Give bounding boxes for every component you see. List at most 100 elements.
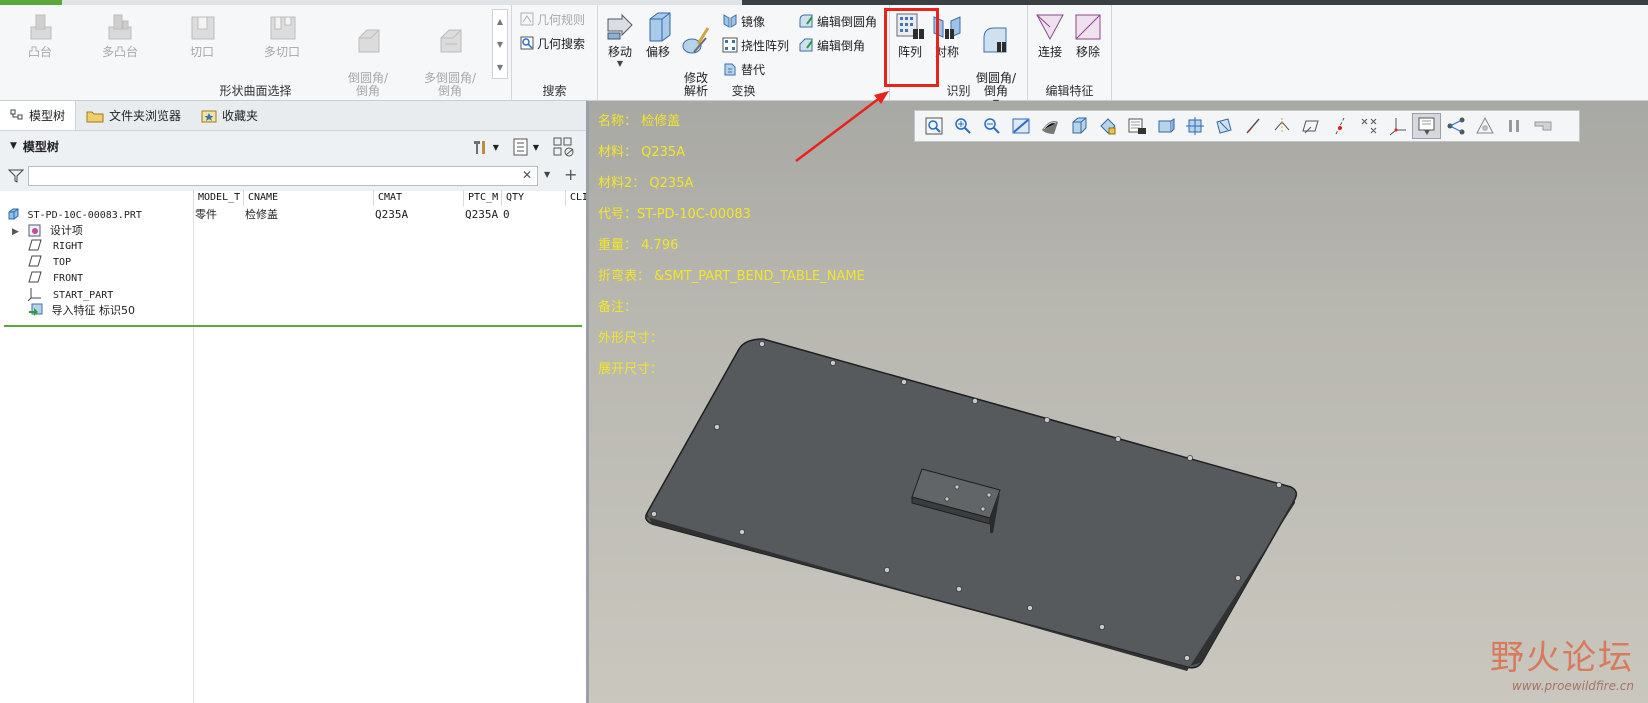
cut-button[interactable]: 切口 bbox=[172, 11, 232, 59]
replace-label: 替代 bbox=[741, 62, 766, 77]
tree-settings-button[interactable]: ▼ bbox=[471, 138, 499, 156]
annotation-name: 名称： 检修盖 bbox=[598, 110, 680, 129]
plane-display-button[interactable] bbox=[1238, 113, 1267, 139]
appearance-button[interactable] bbox=[1470, 113, 1499, 139]
section-button[interactable] bbox=[1151, 113, 1180, 139]
repaint-icon bbox=[1012, 118, 1029, 134]
tree-item-top[interactable]: TOP bbox=[28, 255, 71, 271]
edit-round-button[interactable]: 编辑倒圆角 bbox=[798, 10, 877, 32]
tree-item-right[interactable]: RIGHT bbox=[28, 239, 83, 255]
tree-item-front[interactable]: FRONT bbox=[28, 271, 83, 287]
point-display-button[interactable] bbox=[1354, 113, 1383, 139]
geometry-rules-button[interactable]: 几何规则 bbox=[520, 8, 585, 30]
pause-icon bbox=[1508, 120, 1519, 132]
axis-display-icon bbox=[1274, 118, 1289, 134]
tree-filter-input[interactable] bbox=[28, 166, 538, 186]
column-cmat[interactable]: CMAT bbox=[373, 190, 463, 206]
flex-pattern-button[interactable]: 挠性阵列 bbox=[722, 34, 789, 56]
gallery-expand-arrow[interactable]: ▼ bbox=[493, 56, 507, 79]
graphics-window[interactable]: 名称： 检修盖 材料： Q235A 材料2： Q235A 代号：ST-PD-10… bbox=[589, 101, 1648, 703]
collapse-arrow-icon[interactable]: ▼ bbox=[10, 141, 17, 151]
tree-show-dropdown-icon: ▼ bbox=[532, 142, 539, 152]
expand-arrow-icon[interactable]: ▶ bbox=[12, 227, 19, 237]
tree-item-start-part[interactable]: START_PART bbox=[27, 287, 113, 303]
sheet-metal-part[interactable] bbox=[589, 101, 1648, 703]
refit-button[interactable] bbox=[919, 113, 948, 139]
annotation-value: 检修盖 bbox=[641, 114, 681, 129]
tab-favorites[interactable]: 收藏夹 bbox=[191, 101, 268, 130]
tab-favorites-label: 收藏夹 bbox=[222, 109, 259, 123]
tab-model-tree-label: 模型树 bbox=[29, 109, 66, 123]
tree-root-row[interactable]: ST-PD-10C-00083.PRT bbox=[7, 207, 142, 223]
column-cli[interactable]: CLI bbox=[565, 190, 587, 206]
axis-tag-button[interactable] bbox=[1325, 113, 1354, 139]
pause-button[interactable] bbox=[1499, 113, 1528, 139]
clear-filter-icon[interactable]: ✕ bbox=[522, 168, 532, 182]
annotation-key: 材料： bbox=[598, 145, 638, 160]
repaint-button[interactable] bbox=[1006, 113, 1035, 139]
multi-boss-button[interactable]: 多凸台 bbox=[90, 11, 150, 59]
recognize-round-chamfer-icon bbox=[983, 27, 1007, 53]
watermark-url: www.proewildfire.cn bbox=[1512, 679, 1634, 693]
plane-tag-button[interactable] bbox=[1296, 113, 1325, 139]
edit-chamfer-button[interactable]: 编辑倒角 bbox=[798, 34, 865, 56]
zoom-in-button[interactable] bbox=[948, 113, 977, 139]
shading-icon bbox=[1041, 121, 1058, 134]
view-manager-button[interactable] bbox=[1093, 113, 1122, 139]
connector-display-button[interactable] bbox=[1441, 113, 1470, 139]
mirror-button[interactable]: 镜像 bbox=[722, 10, 765, 32]
datum-plane-icon bbox=[28, 271, 42, 283]
panel-splitter[interactable] bbox=[586, 101, 589, 703]
spin-center-button[interactable] bbox=[1180, 113, 1209, 139]
column-ptc-material[interactable]: PTC_M bbox=[463, 190, 501, 206]
annotation-display-button[interactable] bbox=[1412, 113, 1441, 139]
remove-button[interactable]: 移除 bbox=[1070, 11, 1106, 59]
csys-display-button[interactable] bbox=[1383, 113, 1412, 139]
offset-button[interactable]: 偏移 bbox=[640, 11, 676, 59]
column-model-type[interactable]: MODEL_T bbox=[193, 190, 243, 206]
multi-cut-button[interactable]: 多切口 bbox=[252, 11, 312, 59]
connector-icon bbox=[1447, 117, 1464, 135]
mirror-icon bbox=[723, 14, 737, 28]
geometry-search-button[interactable]: 几何搜索 bbox=[520, 32, 585, 54]
gallery-scroll[interactable]: ▲ ▼ ▼ bbox=[492, 9, 508, 79]
folder-browser-icon bbox=[86, 111, 104, 122]
insert-here-line[interactable] bbox=[4, 325, 582, 327]
tab-model-tree[interactable]: 模型树 bbox=[0, 101, 77, 130]
flip-button[interactable] bbox=[1528, 113, 1557, 139]
tree-filters-icon[interactable] bbox=[553, 137, 575, 157]
tree-item-design-items[interactable]: ▶ 设计项 bbox=[12, 223, 83, 239]
column-qty[interactable]: QTY bbox=[501, 190, 565, 206]
datum-display-button[interactable] bbox=[1209, 113, 1238, 139]
axis-display-button[interactable] bbox=[1267, 113, 1296, 139]
replace-button[interactable]: 替代 bbox=[722, 58, 765, 80]
filter-dropdown-icon[interactable]: ▼ bbox=[544, 170, 550, 179]
add-filter-icon[interactable]: + bbox=[564, 165, 577, 184]
move-dropdown-arrow[interactable]: ▼ bbox=[602, 59, 638, 68]
transform-group-label: 变换 bbox=[731, 84, 756, 98]
tree-show-button[interactable]: ▼ bbox=[513, 138, 539, 156]
root-model-type-cell: 零件 bbox=[195, 208, 217, 221]
tree-item-import-feature[interactable]: 导入特征 标识50 bbox=[28, 303, 135, 319]
perspective-view-button[interactable] bbox=[1122, 113, 1151, 139]
annotation-value: Q235A bbox=[641, 145, 686, 160]
model-tree-title: 模型树 bbox=[22, 139, 59, 154]
display-style-button[interactable] bbox=[1035, 113, 1064, 139]
edit-feature-group-label: 编辑特征 bbox=[1045, 84, 1094, 98]
boss-button[interactable]: 凸台 bbox=[10, 11, 70, 59]
geometry-search-icon bbox=[520, 36, 534, 50]
graphics-toolbar bbox=[914, 110, 1580, 142]
gallery-down-arrow[interactable]: ▼ bbox=[493, 33, 507, 56]
perspective-icon bbox=[1128, 118, 1146, 134]
tab-folder-browser[interactable]: 文件夹浏览器 bbox=[76, 101, 191, 130]
zoom-out-button[interactable] bbox=[977, 113, 1006, 139]
boss-icon bbox=[30, 14, 52, 40]
zoom-out-icon bbox=[983, 118, 1000, 134]
saved-orientations-button[interactable] bbox=[1064, 113, 1093, 139]
root-qty-cell: 0 bbox=[503, 208, 510, 221]
column-cname[interactable]: CNAME bbox=[243, 190, 373, 206]
connect-button[interactable]: 连接 bbox=[1032, 11, 1068, 59]
move-button[interactable]: 移动 ▼ bbox=[602, 11, 638, 68]
transform-group: 移动 ▼ 偏移 修改 解析 镜像 挠性阵列 替代 编辑倒圆角 编辑倒角 变换 bbox=[598, 5, 890, 101]
gallery-up-arrow[interactable]: ▲ bbox=[493, 10, 507, 33]
